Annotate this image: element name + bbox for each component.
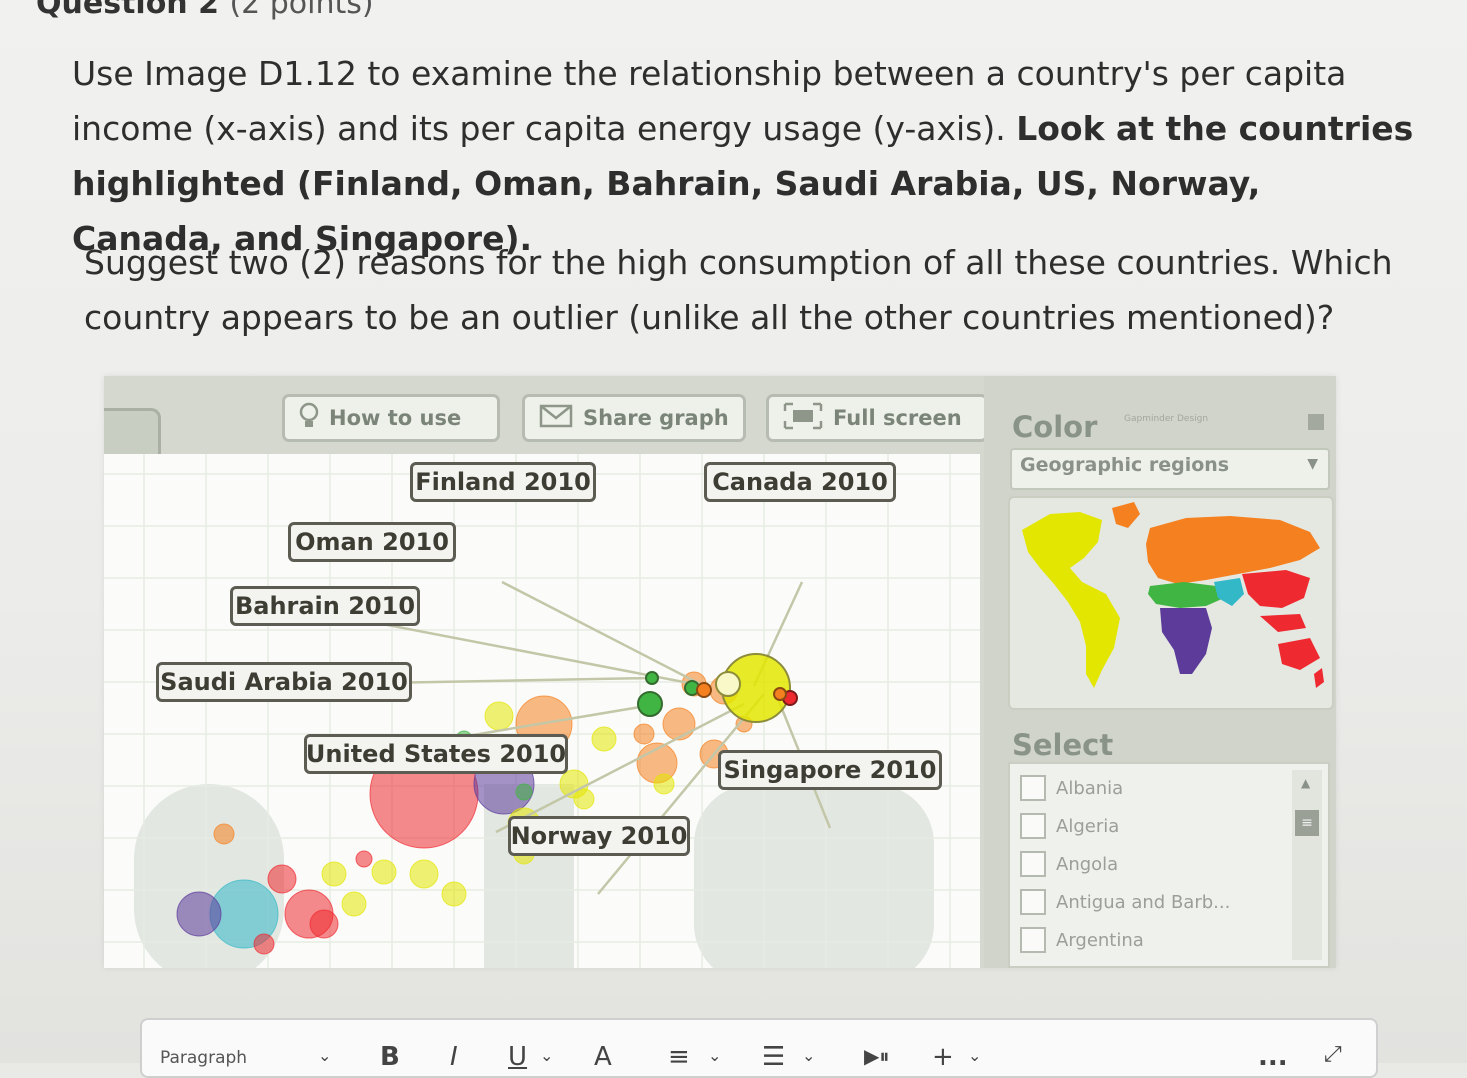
data-bubble <box>441 881 467 907</box>
label-finland[interactable]: Finland 2010 <box>410 462 596 502</box>
color-dropdown-value: Geographic regions <box>1020 454 1230 476</box>
label-canada[interactable]: Canada 2010 <box>704 462 896 502</box>
data-bubble <box>409 859 439 889</box>
data-bubble <box>355 850 373 868</box>
list-item[interactable]: Albania <box>1020 772 1123 804</box>
label-singapore[interactable]: Singapore 2010 <box>718 750 942 790</box>
bubble-plot-svg <box>104 454 980 968</box>
color-dropdown[interactable]: Geographic regions ▼ <box>1010 448 1330 490</box>
bubble-canada <box>715 671 741 697</box>
country-name: Algeria <box>1056 815 1120 837</box>
data-bubble <box>309 909 339 939</box>
checkbox[interactable] <box>1020 889 1046 915</box>
media-icon[interactable]: ▶⏸ <box>864 1044 889 1068</box>
chevron-down-icon[interactable]: ⌄ <box>540 1046 553 1065</box>
color-option-icon[interactable] <box>1308 414 1324 430</box>
chevron-down-icon: ▼ <box>1307 456 1318 472</box>
full-screen-button[interactable]: Full screen <box>766 394 988 442</box>
data-bubble <box>267 864 297 894</box>
data-bubble <box>515 783 533 801</box>
data-bubble <box>321 861 347 887</box>
list-icon[interactable]: ☰ <box>762 1042 785 1072</box>
data-bubble <box>176 891 222 937</box>
chevron-down-icon[interactable]: ⌄ <box>318 1046 331 1065</box>
bold-button[interactable]: B <box>380 1042 400 1072</box>
data-bubble <box>653 773 675 795</box>
bubble-bahrain <box>645 671 659 685</box>
how-to-use-button[interactable]: How to use <box>282 394 500 442</box>
underline-button[interactable]: U <box>508 1042 527 1072</box>
scroll-thumb[interactable]: ≡ <box>1295 810 1319 836</box>
list-item[interactable]: Antigua and Barb... <box>1020 886 1230 918</box>
watermark-shape <box>694 784 934 968</box>
label-oman[interactable]: Oman 2010 <box>288 522 456 562</box>
color-subtitle: Gapminder Design <box>1124 414 1209 424</box>
chevron-down-icon[interactable]: ⌄ <box>968 1046 981 1065</box>
checkbox[interactable] <box>1020 775 1046 801</box>
bubble-norway <box>773 687 787 701</box>
leader-line <box>501 580 705 688</box>
label-norway[interactable]: Norway 2010 <box>508 816 690 856</box>
insert-plus-icon[interactable]: + <box>932 1042 954 1072</box>
label-bahrain[interactable]: Bahrain 2010 <box>230 586 420 626</box>
gapminder-figure: How to use Share graph Full screen Color… <box>104 376 1336 968</box>
bubble-finland <box>696 682 712 698</box>
share-graph-label: Share graph <box>583 406 729 430</box>
align-icon[interactable]: ≡ <box>668 1042 690 1072</box>
bubble-saudi-arabia <box>637 691 663 717</box>
data-bubble <box>573 788 595 810</box>
data-bubble <box>591 726 617 752</box>
right-panel: Color Gapminder Design Geographic region… <box>984 376 1336 968</box>
data-bubble <box>662 707 696 741</box>
scrollbar[interactable]: ▲ ≡ <box>1292 770 1322 960</box>
data-bubble <box>633 723 655 745</box>
expand-icon[interactable]: ⤢ <box>1324 1042 1342 1067</box>
paragraph-style-select[interactable]: Paragraph <box>160 1048 247 1068</box>
checkbox[interactable] <box>1020 851 1046 877</box>
lightbulb-icon <box>299 402 319 435</box>
question-paragraph-1: Use Image D1.12 to examine the relations… <box>72 46 1422 266</box>
full-screen-label: Full screen <box>833 406 962 430</box>
italic-button[interactable]: I <box>450 1042 458 1072</box>
chevron-down-icon[interactable]: ⌄ <box>708 1046 721 1065</box>
data-bubble <box>341 891 367 917</box>
question-points: (2 points) <box>229 0 374 21</box>
country-name: Argentina <box>1056 929 1144 951</box>
country-select-list[interactable]: Albania Algeria Angola Antigua and Barb.… <box>1008 762 1330 968</box>
envelope-icon <box>539 404 573 433</box>
world-map[interactable] <box>1008 496 1334 710</box>
list-item[interactable]: Algeria <box>1020 810 1119 842</box>
select-title: Select <box>1012 728 1114 762</box>
country-name: Albania <box>1056 777 1124 799</box>
leader-line <box>371 620 695 686</box>
question-title: Question 2 <box>36 0 219 21</box>
more-options-button[interactable]: ... <box>1258 1042 1288 1072</box>
checkbox[interactable] <box>1020 927 1046 953</box>
fullscreen-icon <box>783 402 823 435</box>
question-paragraph-2: Suggest two (2) reasons for the high con… <box>84 243 1393 337</box>
data-bubble <box>213 823 235 845</box>
data-bubble <box>253 933 275 955</box>
how-to-use-label: How to use <box>329 406 462 430</box>
list-item[interactable]: Argentina <box>1020 924 1144 956</box>
label-saudi-arabia[interactable]: Saudi Arabia 2010 <box>156 662 412 702</box>
world-map-svg <box>1022 502 1324 688</box>
color-title: Color <box>1012 410 1098 444</box>
question-header: Question 2 (2 points) <box>36 0 374 21</box>
scroll-up-icon[interactable]: ▲ <box>1301 776 1310 790</box>
editor-toolbar: Paragraph ⌄ B I U ⌄ A ≡ ⌄ ☰ ⌄ ▶⏸ + ⌄ ...… <box>140 1018 1378 1078</box>
chevron-down-icon[interactable]: ⌄ <box>802 1046 815 1065</box>
bubble-plot[interactable] <box>104 454 980 968</box>
checkbox[interactable] <box>1020 813 1046 839</box>
share-graph-button[interactable]: Share graph <box>522 394 746 442</box>
data-bubble <box>484 701 514 731</box>
country-name: Antigua and Barb... <box>1056 891 1231 913</box>
data-bubble <box>371 859 397 885</box>
country-name: Angola <box>1056 853 1119 875</box>
label-united-states[interactable]: United States 2010 <box>304 734 568 774</box>
list-item[interactable]: Angola <box>1020 848 1118 880</box>
font-color-button[interactable]: A <box>594 1042 612 1072</box>
